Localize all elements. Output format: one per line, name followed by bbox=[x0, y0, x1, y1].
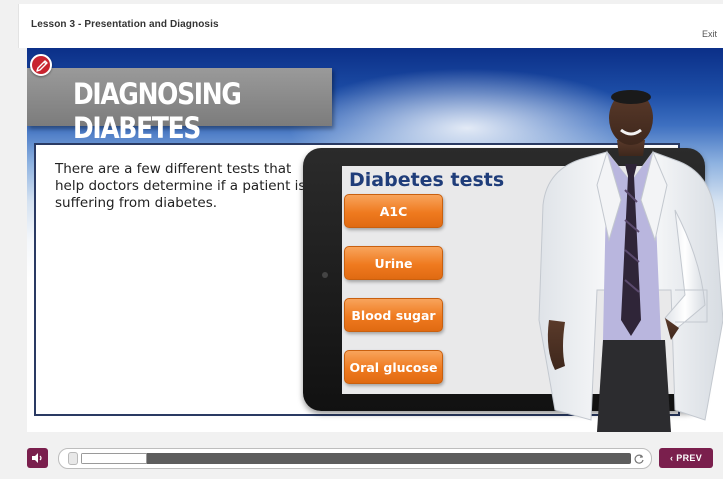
test-button-a1c[interactable]: A1C bbox=[344, 194, 443, 228]
test-button-oral-glucose[interactable]: Oral glucose bbox=[344, 350, 443, 384]
slide-title-banner: DIAGNOSING DIABETES bbox=[27, 68, 332, 145]
seek-progress-track bbox=[81, 453, 631, 464]
volume-button[interactable] bbox=[27, 448, 48, 468]
slide-title: DIAGNOSING DIABETES bbox=[73, 77, 242, 145]
test-button-blood-sugar[interactable]: Blood sugar bbox=[344, 298, 443, 332]
seek-handle[interactable] bbox=[68, 452, 78, 465]
doctor-illustration bbox=[538, 90, 723, 432]
test-button-urine[interactable]: Urine bbox=[344, 246, 443, 280]
tests-heading: Diabetes tests bbox=[349, 169, 505, 191]
slide-stage: DIAGNOSING DIABETES There are a few diff… bbox=[27, 48, 723, 432]
tablet-home-button bbox=[322, 272, 328, 278]
player-controls: ‹ PREV bbox=[18, 440, 723, 479]
prev-label: PREV bbox=[676, 453, 703, 463]
speaker-icon bbox=[32, 453, 42, 463]
prev-button[interactable]: ‹ PREV bbox=[659, 448, 713, 468]
slide-body-text: There are a few different tests that hel… bbox=[55, 161, 306, 211]
replay-icon[interactable] bbox=[633, 453, 645, 465]
chevron-left-icon: ‹ bbox=[669, 453, 674, 463]
seek-progress-fill bbox=[81, 453, 147, 464]
lesson-title: Lesson 3 - Presentation and Diagnosis bbox=[31, 19, 219, 30]
lesson-header: Lesson 3 - Presentation and Diagnosis Ex… bbox=[18, 4, 723, 48]
pencil-icon bbox=[30, 54, 52, 76]
exit-link[interactable]: Exit bbox=[702, 29, 717, 39]
seek-bar[interactable] bbox=[58, 448, 652, 469]
